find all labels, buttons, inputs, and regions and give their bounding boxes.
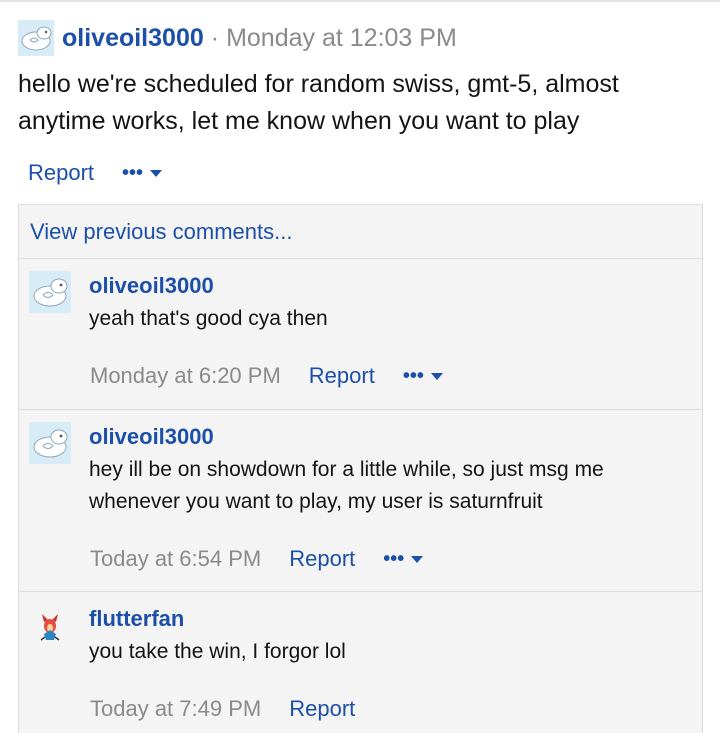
more-dots-icon: •••	[122, 162, 144, 184]
comment-actions: Today at 6:54 PM Report •••	[90, 544, 424, 574]
comment-timestamp[interactable]: Today at 7:49 PM	[90, 696, 261, 722]
comments-panel: View previous comments... oliveoil3000 y…	[18, 204, 703, 733]
comment-author-link[interactable]: oliveoil3000	[89, 273, 214, 299]
comment-more-menu[interactable]: •••	[403, 366, 443, 386]
comment-author-avatar[interactable]	[29, 604, 71, 646]
view-previous-comments-link[interactable]: View previous comments...	[30, 219, 292, 245]
chevron-down-icon	[411, 555, 424, 563]
comment-timestamp[interactable]: Monday at 6:20 PM	[90, 363, 281, 389]
top-divider	[0, 0, 720, 2]
post-author-link[interactable]: oliveoil3000	[62, 24, 204, 53]
post-header: oliveoil3000 · Monday at 12:03 PM	[18, 20, 457, 56]
post-message: hello we're scheduled for random swiss, …	[18, 70, 619, 135]
chevron-down-icon	[150, 169, 163, 177]
comment-report-link[interactable]: Report	[309, 363, 375, 389]
header-separator: ·	[210, 23, 220, 52]
comment-item: oliveoil3000 yeah that's good cya then M…	[19, 258, 702, 409]
comment-actions: Monday at 6:20 PM Report •••	[90, 361, 443, 391]
comment-timestamp[interactable]: Today at 6:54 PM	[90, 546, 261, 572]
comment-author-link[interactable]: flutterfan	[89, 606, 184, 632]
comment-author-avatar[interactable]	[29, 271, 71, 313]
chevron-down-icon	[430, 372, 443, 380]
comment-text: yeah that's good cya then	[89, 307, 328, 330]
comment-text: hey ill be on showdown for a little whil…	[89, 458, 604, 513]
comment-more-menu[interactable]: •••	[383, 548, 424, 570]
comment-author-avatar[interactable]	[29, 422, 71, 464]
comment-actions: Today at 7:49 PM Report	[90, 694, 355, 724]
more-dots-icon: •••	[383, 548, 405, 570]
post-more-menu[interactable]: •••	[122, 162, 163, 184]
comment-author-link[interactable]: oliveoil3000	[89, 424, 214, 450]
post-author-avatar[interactable]	[18, 20, 54, 56]
more-dots-icon: •••	[402, 365, 424, 387]
comment-text: you take the win, I forgor lol	[89, 640, 346, 663]
post-timestamp[interactable]: Monday at 12:03 PM	[226, 24, 457, 53]
post-actions: Report •••	[28, 158, 163, 188]
comment-report-link[interactable]: Report	[289, 696, 355, 722]
comment-item: oliveoil3000 hey ill be on showdown for …	[19, 409, 702, 591]
comment-item: flutterfan you take the win, I forgor lo…	[19, 591, 702, 733]
comment-report-link[interactable]: Report	[289, 546, 355, 572]
post-report-link[interactable]: Report	[28, 160, 94, 186]
